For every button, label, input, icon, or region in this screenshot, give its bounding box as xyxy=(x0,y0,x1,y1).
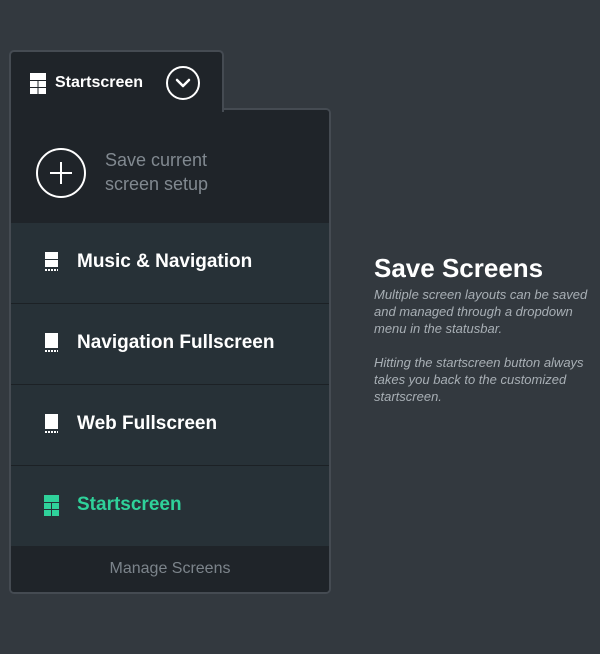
tab-title: Startscreen xyxy=(55,74,144,91)
dropdown-menu: Save current screen setup Music & Naviga… xyxy=(9,108,331,594)
tab-inner: Startscreen xyxy=(11,52,222,112)
dropdown-toggle-button[interactable] xyxy=(166,66,200,100)
chevron-down-icon xyxy=(175,78,191,88)
screen-item-label: Web Fullscreen xyxy=(77,413,218,434)
save-screen-label-line1: Save current xyxy=(105,150,208,170)
split-layout-icon xyxy=(45,252,58,271)
screen-item-startscreen[interactable]: Startscreen xyxy=(11,466,329,546)
fullscreen-layout-icon xyxy=(45,414,58,433)
info-title: Save Screens xyxy=(374,253,544,283)
fullscreen-layout-icon xyxy=(45,333,58,352)
startscreen-grid-icon xyxy=(30,73,46,94)
screen-item-label: Music & Navigation xyxy=(77,251,253,272)
save-screen-label-line2: screen setup xyxy=(105,174,209,194)
screen-item-label: Navigation Fullscreen xyxy=(77,332,275,353)
info-paragraph: Hitting the startscreen button always ta… xyxy=(374,355,584,404)
screen-item-label: Startscreen xyxy=(77,494,182,515)
statusbar-screen-tab[interactable]: Startscreen xyxy=(9,50,224,112)
info-paragraph: Multiple screen layouts can be saved and… xyxy=(374,287,588,336)
screen-item-music-navigation[interactable]: Music & Navigation xyxy=(11,223,329,304)
info-section: Save Screens Multiple screen layouts can… xyxy=(374,254,589,422)
save-screen-button[interactable]: Save current screen setup xyxy=(11,110,329,223)
screen-item-web-fullscreen[interactable]: Web Fullscreen xyxy=(11,385,329,466)
plus-icon xyxy=(36,148,86,198)
screen-list: Music & Navigation Navigation Fullscreen xyxy=(11,223,329,546)
screens-dropdown: Startscreen Save current screen setup Mu… xyxy=(9,50,331,594)
screen-item-navigation-fullscreen[interactable]: Navigation Fullscreen xyxy=(11,304,329,385)
startscreen-grid-icon xyxy=(44,495,59,516)
manage-screens-button[interactable]: Manage Screens xyxy=(11,548,329,592)
save-screen-label: Save current screen setup xyxy=(105,148,305,196)
